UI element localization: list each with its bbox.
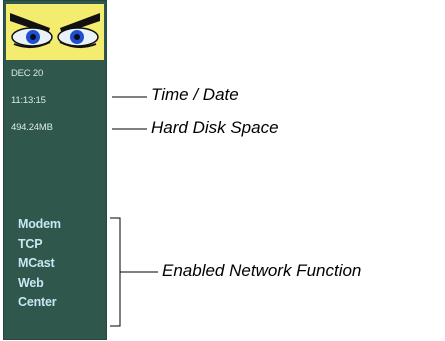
time-date-label: Time / Date: [151, 85, 239, 104]
disk-space-label: Hard Disk Space: [151, 118, 279, 137]
network-bracket: [110, 217, 121, 327]
callout-lines: [110, 96, 158, 327]
network-function-label: Enabled Network Function: [162, 261, 362, 280]
